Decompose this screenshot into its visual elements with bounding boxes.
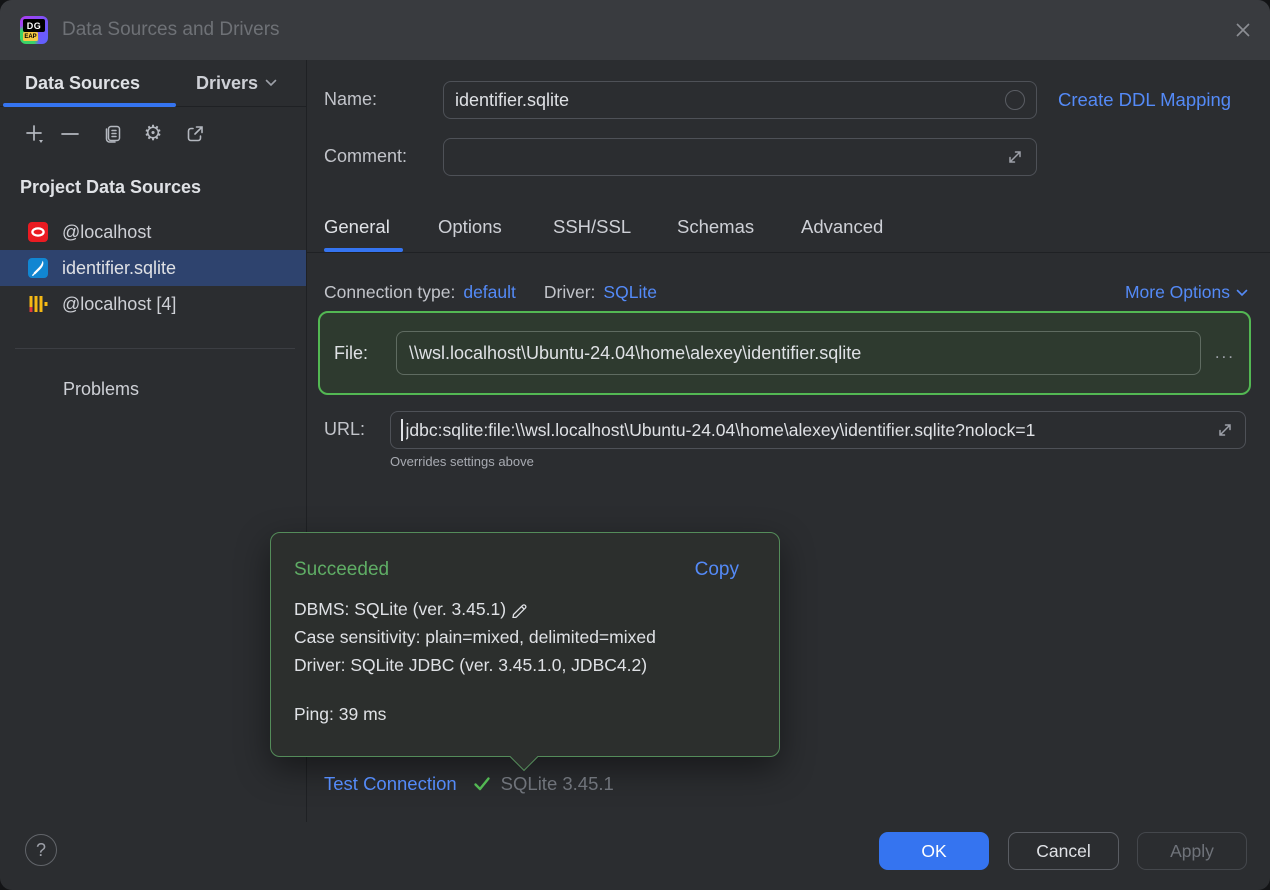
list-item-identifier-sqlite[interactable]: identifier.sqlite — [0, 250, 306, 286]
text-caret — [401, 419, 403, 441]
datagrip-logo-text: DG — [23, 19, 45, 32]
copy-link[interactable]: Copy — [695, 559, 739, 581]
list-item-label: @localhost — [62, 222, 151, 243]
clickhouse-icon — [28, 294, 48, 314]
list-item-label: identifier.sqlite — [62, 258, 176, 279]
connection-type-label: Connection type: — [324, 282, 455, 303]
help-button[interactable]: ? — [25, 834, 57, 866]
more-options-link[interactable]: More Options — [1125, 282, 1248, 303]
browse-button[interactable]: ... — [1215, 343, 1235, 363]
driver-line: Driver: SQLite JDBC (ver. 3.45.1.0, JDBC… — [294, 651, 761, 679]
list-item-label: @localhost [4] — [62, 294, 176, 315]
sidebar-toolbar: ⚙ — [0, 112, 307, 154]
connection-type-row: Connection type: default Driver: SQLite — [324, 282, 657, 303]
dbms-line: DBMS: SQLite (ver. 3.45.1) — [294, 595, 761, 623]
connection-type-value-link[interactable]: default — [463, 282, 516, 303]
expand-icon[interactable] — [1215, 420, 1235, 440]
active-form-tab-underline — [324, 248, 403, 252]
add-icon[interactable] — [24, 123, 46, 145]
file-path-input[interactable]: \\wsl.localhost\Ubuntu-24.04\home\alexey… — [396, 331, 1201, 375]
url-input[interactable]: jdbc:sqlite:file:\\wsl.localhost\Ubuntu-… — [390, 411, 1246, 449]
ping-line: Ping: 39 ms — [294, 700, 761, 728]
titlebar: DG EAP Data Sources and Drivers — [0, 0, 1270, 60]
sidebar-item-problems[interactable]: Problems — [63, 379, 139, 400]
popup-pointer — [510, 743, 538, 771]
tab-ssh-ssl[interactable]: SSH/SSL — [553, 216, 631, 238]
test-connection-row: Test Connection SQLite 3.45.1 — [324, 773, 614, 795]
test-connection-result-popup: Succeeded Copy DBMS: SQLite (ver. 3.45.1… — [270, 532, 780, 757]
tab-options[interactable]: Options — [438, 216, 502, 238]
edit-pencil-icon[interactable] — [510, 600, 528, 618]
sidebar-tabs: Data Sources Drivers — [0, 60, 307, 107]
tab-drivers[interactable]: Drivers — [196, 60, 277, 106]
datagrip-app-icon: DG EAP — [20, 16, 48, 44]
cancel-button[interactable]: Cancel — [1008, 832, 1119, 870]
file-label: File: — [334, 343, 382, 364]
connection-result-text: SQLite 3.45.1 — [501, 773, 614, 795]
file-field-highlight-box: File: \\wsl.localhost\Ubuntu-24.04\home\… — [318, 311, 1251, 395]
chevron-down-icon — [1236, 289, 1248, 297]
eap-badge: EAP — [23, 32, 38, 41]
tab-general[interactable]: General — [324, 216, 390, 238]
tab-schemas[interactable]: Schemas — [677, 216, 754, 238]
case-sensitivity-line: Case sensitivity: plain=mixed, delimited… — [294, 623, 761, 651]
validation-circle-icon — [1005, 90, 1025, 110]
status-succeeded: Succeeded — [294, 559, 389, 581]
export-icon[interactable] — [184, 123, 206, 145]
active-tab-underline — [3, 103, 176, 107]
form-tab-divider — [307, 252, 1270, 253]
url-label: URL: — [324, 419, 365, 440]
sqlite-icon — [28, 258, 48, 278]
test-connection-link[interactable]: Test Connection — [324, 773, 457, 795]
sidebar-section-divider — [15, 348, 295, 349]
chevron-down-icon — [265, 79, 277, 87]
tab-advanced[interactable]: Advanced — [801, 216, 883, 238]
driver-value-link[interactable]: SQLite — [603, 282, 657, 303]
url-value: jdbc:sqlite:file:\\wsl.localhost\Ubuntu-… — [406, 420, 1036, 441]
window-title: Data Sources and Drivers — [62, 0, 280, 60]
remove-icon[interactable] — [59, 123, 81, 145]
duplicate-icon[interactable] — [102, 123, 124, 145]
name-label: Name: — [324, 89, 377, 110]
list-item-localhost-clickhouse[interactable]: @localhost [4] — [0, 286, 306, 322]
data-sources-dialog: DG EAP Data Sources and Drivers Data Sou… — [0, 0, 1270, 890]
success-check-icon — [471, 773, 493, 795]
comment-label: Comment: — [324, 146, 407, 167]
settings-icon[interactable]: ⚙ — [142, 123, 164, 145]
ok-button[interactable]: OK — [879, 832, 989, 870]
name-input[interactable]: identifier.sqlite — [443, 81, 1037, 119]
url-hint-text: Overrides settings above — [390, 454, 534, 469]
comment-input[interactable] — [443, 138, 1037, 176]
close-icon[interactable] — [1230, 17, 1256, 43]
list-item-localhost-oracle[interactable]: @localhost — [0, 214, 306, 250]
oracle-icon — [28, 222, 48, 242]
apply-button[interactable]: Apply — [1137, 832, 1247, 870]
tab-data-sources[interactable]: Data Sources — [25, 60, 140, 106]
file-path-value: \\wsl.localhost\Ubuntu-24.04\home\alexey… — [409, 343, 861, 364]
project-data-sources-header: Project Data Sources — [20, 177, 201, 198]
create-ddl-mapping-link[interactable]: Create DDL Mapping — [1058, 89, 1231, 111]
expand-icon[interactable] — [1005, 147, 1025, 167]
name-value: identifier.sqlite — [455, 90, 569, 111]
driver-label: Driver: — [544, 282, 596, 303]
help-icon: ? — [36, 840, 46, 861]
